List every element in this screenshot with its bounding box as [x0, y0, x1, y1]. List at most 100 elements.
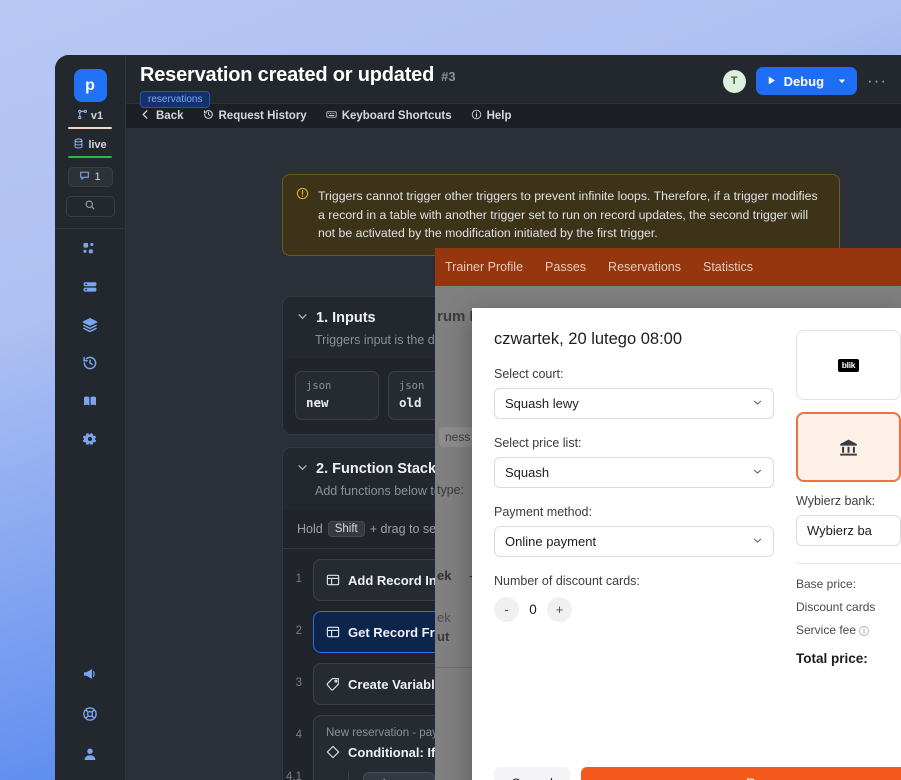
keyboard-shortcuts-button[interactable]: Keyboard Shortcuts [326, 109, 452, 123]
debug-button[interactable]: Debug [756, 67, 857, 95]
chevron-down-icon[interactable] [837, 74, 847, 89]
chevron-down-icon [752, 535, 763, 549]
site-content-overlay: rum Ru ness type: ek - ek ut czwartek, 2… [435, 286, 901, 780]
table-icon [326, 625, 340, 639]
rail-nav-top [55, 241, 125, 447]
nav-trainer-profile[interactable]: Trainer Profile [445, 260, 523, 274]
database-icon [73, 138, 84, 152]
nav-statistics[interactable]: Statistics [703, 260, 753, 274]
summary-divider [796, 563, 901, 564]
total-price-label: Total price: [796, 651, 868, 666]
base-price-label: Base price: [796, 577, 856, 591]
bank-select[interactable]: Wybierz ba [796, 515, 901, 546]
settings-icon[interactable] [82, 431, 98, 447]
input-chip-type: json [306, 380, 368, 392]
reserve-button[interactable]: Reserve [581, 767, 901, 780]
hold-prefix: Hold [297, 522, 323, 536]
environment-underline [68, 156, 112, 158]
chevron-down-icon [752, 466, 763, 480]
chevron-down-icon[interactable] [297, 311, 308, 325]
trigger-warning-banner: Triggers cannot trigger other triggers t… [282, 174, 840, 256]
nav-passes[interactable]: Passes [545, 260, 586, 274]
site-navbar: Trainer Profile Passes Reservations Stat… [435, 248, 901, 286]
nav-reservations[interactable]: Reservations [608, 260, 681, 274]
discount-count-value: 0 [528, 602, 538, 617]
function-number: 2 [283, 611, 313, 637]
flow-number: #3 [441, 69, 455, 84]
payment-method-value: Online payment [505, 534, 596, 549]
page-title: Reservation created or updated [140, 64, 434, 87]
function-label: Create Variable [348, 677, 442, 692]
reservation-modal: czwartek, 20 lutego 08:00 Select court: … [472, 308, 901, 780]
request-history-button[interactable]: Request History [203, 109, 307, 123]
inputs-title: 1. Inputs [316, 310, 376, 326]
price-list-select[interactable]: Squash [494, 457, 774, 488]
function-stack-title: 2. Function Stack [316, 461, 436, 477]
request-history-label: Request History [219, 110, 307, 122]
service-fee-label: Service fee [796, 623, 856, 637]
play-icon [766, 74, 777, 89]
dashboard-icon[interactable] [82, 241, 98, 257]
reservation-datetime: czwartek, 20 lutego 08:00 [494, 330, 774, 349]
account-icon[interactable] [82, 746, 98, 762]
modal-body: czwartek, 20 lutego 08:00 Select court: … [472, 308, 901, 748]
table-tag[interactable]: reservations [140, 91, 210, 108]
history-icon[interactable] [82, 355, 98, 371]
ghost-text-type: type: [437, 483, 464, 497]
version-label: v1 [91, 110, 103, 122]
rail-search-button[interactable] [66, 196, 115, 217]
layers-icon[interactable] [82, 317, 98, 333]
support-icon[interactable] [82, 706, 98, 722]
rail-nav-bottom [55, 666, 125, 762]
announcement-icon[interactable] [82, 666, 98, 682]
summary-service-fee: Service feei [796, 623, 901, 637]
title-bar: Reservation created or updated #3 reserv… [126, 55, 901, 103]
rail-divider [55, 228, 125, 229]
avatar[interactable]: T [723, 70, 746, 93]
help-button[interactable]: Help [471, 109, 512, 123]
environment-selector[interactable]: live [73, 138, 106, 152]
comments-button[interactable]: 1 [68, 167, 113, 187]
summary-discount-cards: Discount cards [796, 600, 901, 614]
workspace-logo[interactable]: p [74, 69, 107, 102]
function-label: Conditional: If [348, 745, 435, 760]
input-chip-name: new [306, 395, 368, 410]
trigger-warning-text: Triggers cannot trigger other triggers t… [318, 187, 825, 243]
comment-count: 1 [94, 171, 100, 183]
nested-function-number: 4.1 [283, 771, 313, 780]
keyboard-shortcuts-label: Keyboard Shortcuts [342, 110, 452, 122]
chevron-down-icon [752, 397, 763, 411]
alert-circle-icon [296, 187, 309, 243]
keyboard-icon [326, 109, 337, 123]
info-icon[interactable]: i [859, 626, 869, 636]
court-select[interactable]: Squash lewy [494, 388, 774, 419]
info-icon [471, 109, 482, 123]
docs-icon[interactable] [82, 393, 98, 409]
discount-cards-stepper: - 0 + [494, 597, 774, 622]
ghost-text-ek-1: ek [437, 568, 451, 583]
tag-icon [326, 677, 340, 691]
input-chip[interactable]: json new [295, 371, 379, 420]
blik-logo: blik [838, 359, 859, 372]
bank-transfer-tile[interactable] [796, 412, 901, 482]
database-icon[interactable] [82, 279, 98, 295]
more-options-button[interactable]: ··· [867, 76, 887, 86]
function-number: 3 [283, 663, 313, 689]
environment-label: live [88, 139, 106, 151]
discount-increment-button[interactable]: + [547, 597, 572, 622]
function-number: 4 [283, 715, 313, 741]
branch-icon [77, 109, 88, 123]
back-label: Back [156, 110, 184, 122]
search-icon [84, 198, 96, 216]
payment-method-select[interactable]: Online payment [494, 526, 774, 557]
chevron-down-icon[interactable] [297, 462, 308, 476]
branch-version-selector[interactable]: v1 [77, 109, 103, 123]
then-branch-toggle[interactable]: Then [363, 772, 435, 780]
back-button[interactable]: Back [140, 109, 184, 123]
discount-decrement-button[interactable]: - [494, 597, 519, 622]
blik-payment-tile[interactable]: blik [796, 330, 901, 400]
cancel-button[interactable]: Cancel [494, 767, 570, 780]
help-label: Help [487, 110, 512, 122]
browser-window: Trainer Profile Passes Reservations Stat… [435, 248, 901, 780]
payment-method-label: Payment method: [494, 505, 774, 519]
